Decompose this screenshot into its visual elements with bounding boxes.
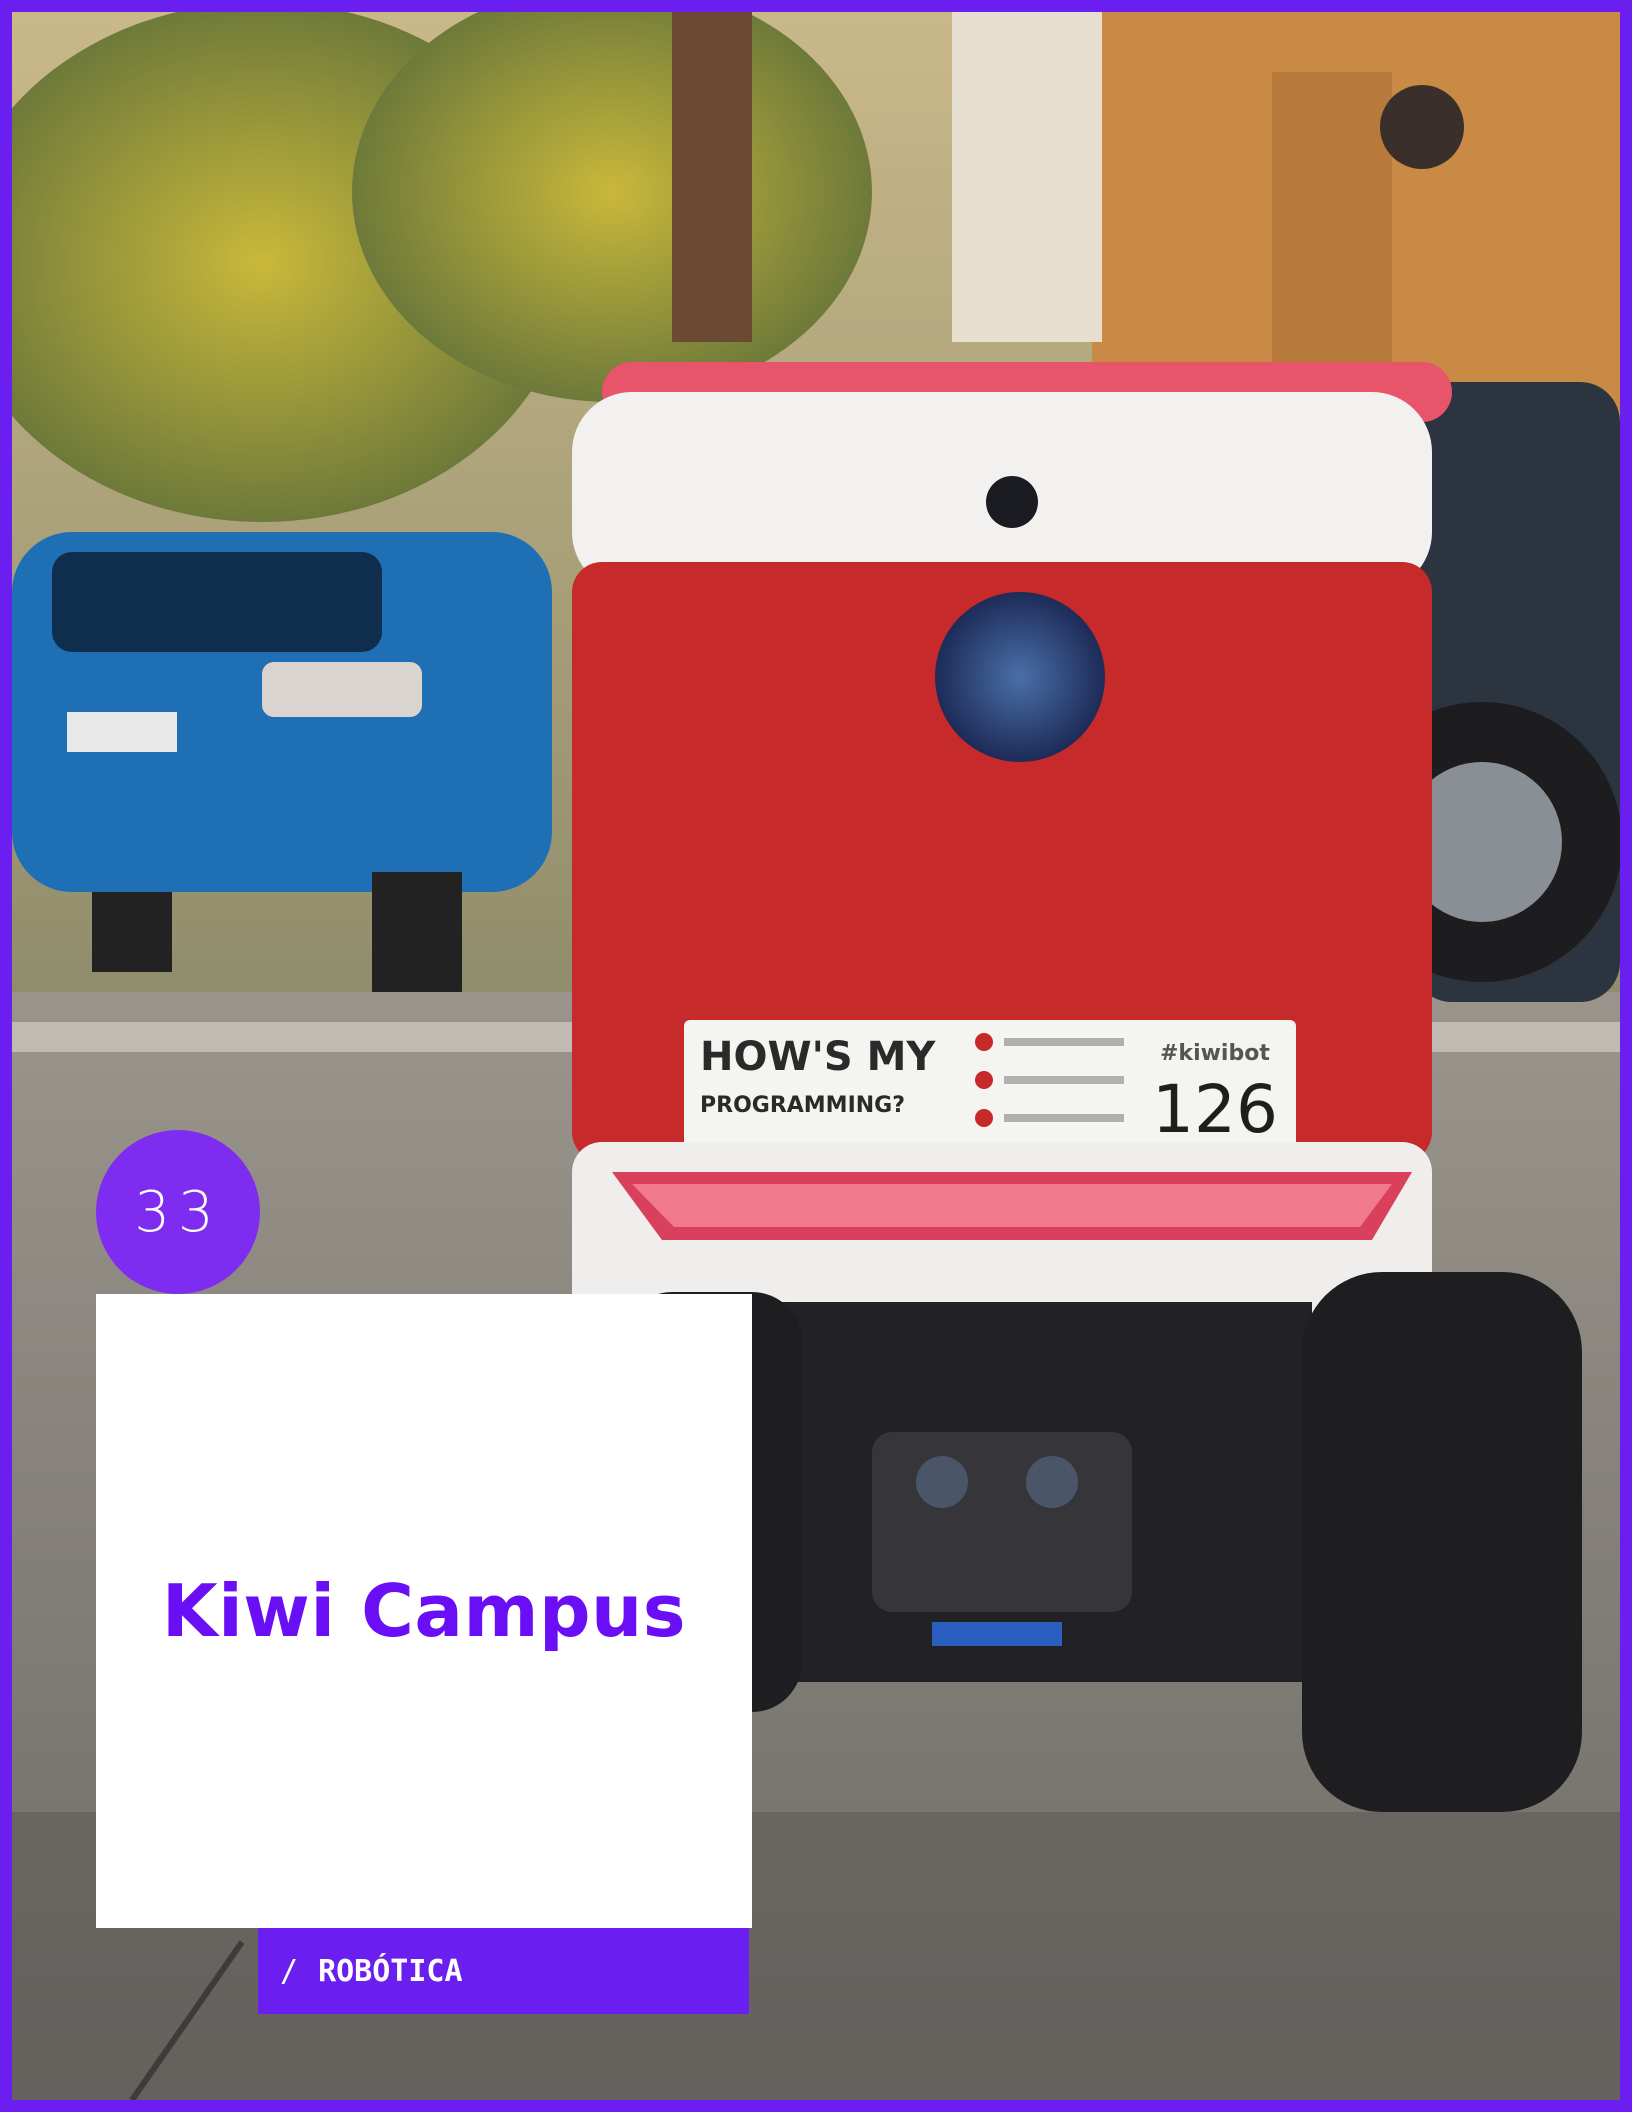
category-separator: / bbox=[280, 1953, 299, 1989]
category-tag: / ROBÓTICA bbox=[258, 1928, 749, 2014]
sticker-headline: HOW'S MY bbox=[700, 1034, 936, 1080]
robot-number: 126 bbox=[1152, 1071, 1278, 1148]
company-title: Kiwi Campus bbox=[161, 1569, 687, 1653]
page-number: 33 bbox=[134, 1179, 222, 1245]
sticker-brand-tag: #kiwibot bbox=[1160, 1041, 1270, 1066]
category-label: ROBÓTICA bbox=[318, 1953, 463, 1989]
page-number-badge: 33 bbox=[96, 1130, 260, 1294]
page-frame: HOW'S MY PROGRAMMING? #kiwibot 126 33 Ki… bbox=[0, 0, 1632, 2112]
sticker-subline: PROGRAMMING? bbox=[700, 1093, 905, 1118]
title-card: Kiwi Campus bbox=[96, 1294, 752, 1928]
